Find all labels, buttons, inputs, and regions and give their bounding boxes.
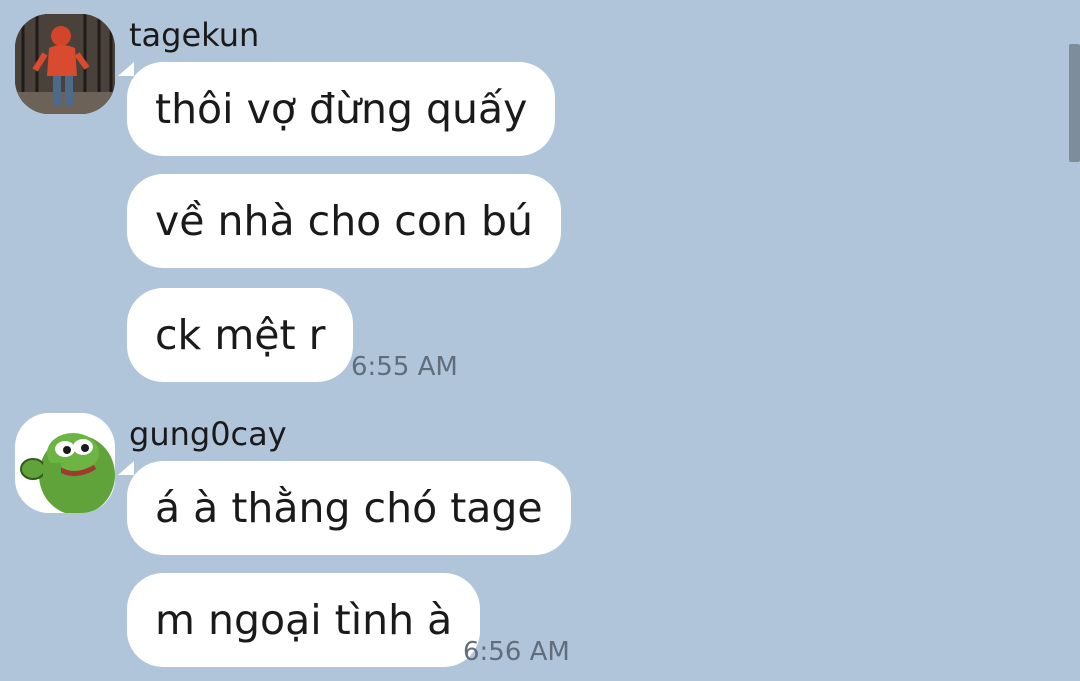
message-bubble[interactable]: thôi vợ đừng quấy [127, 62, 556, 156]
message-timestamp: 6:55 AM [351, 352, 458, 382]
scrollbar[interactable] [1069, 44, 1080, 162]
bubble-tail [118, 62, 134, 76]
bubble-tail [118, 461, 134, 475]
message-bubble[interactable]: m ngoại tình à [127, 573, 481, 667]
sender-name: gung0cay [129, 415, 287, 453]
message-timestamp: 6:56 AM [463, 637, 570, 667]
message-bubble[interactable]: á à thằng chó tage [127, 461, 571, 555]
sender-name: tagekun [129, 16, 260, 54]
message-bubble[interactable]: ck mệt r [127, 288, 354, 382]
frog-avatar[interactable] [15, 413, 115, 513]
message-bubble[interactable]: về nhà cho con bú [127, 174, 561, 268]
user-photo-avatar[interactable] [15, 14, 115, 114]
